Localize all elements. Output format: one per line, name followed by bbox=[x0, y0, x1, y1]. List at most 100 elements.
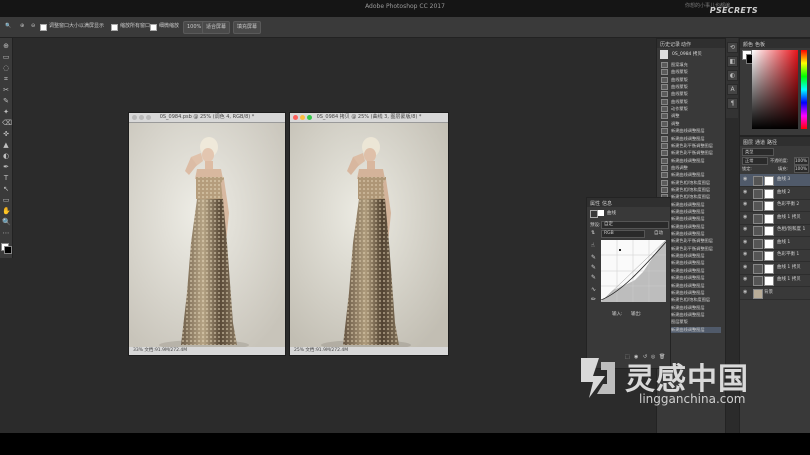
fill-screen-button[interactable]: 填充屏幕 bbox=[233, 21, 262, 34]
tool-icon[interactable]: ✦ bbox=[2, 108, 10, 116]
history-item[interactable]: 曲线蒙版 bbox=[661, 98, 721, 105]
adjustments-panel-icon[interactable]: ◐ bbox=[727, 70, 738, 81]
layer-row[interactable]: ◉ 曲线 1 bbox=[740, 237, 810, 250]
channel-select[interactable]: RGB bbox=[601, 230, 645, 238]
adjustment-layer-icon[interactable] bbox=[753, 276, 763, 286]
zoom-tool-icon[interactable]: 🔍 bbox=[2, 21, 14, 32]
gray-point-eyedropper-icon[interactable]: ✎ bbox=[591, 264, 596, 271]
tool-icon[interactable]: ▭ bbox=[2, 196, 10, 204]
eye-visibility-icon[interactable]: ◉ bbox=[743, 214, 748, 220]
blend-mode-select[interactable]: 正常 bbox=[742, 157, 768, 165]
layer-row[interactable]: ◉ 曲线 2 bbox=[740, 187, 810, 200]
layer-row[interactable]: ◉ 曲线 3 bbox=[740, 174, 810, 188]
layer-name[interactable]: 曲线 1 拷贝 bbox=[777, 212, 801, 224]
document-1-titlebar[interactable]: 0S_0984.psb @ 25% (调色 4, RGB/8) * bbox=[129, 113, 285, 123]
tool-icon[interactable]: 🔍 bbox=[2, 218, 11, 226]
layer-row[interactable]: ◉ 色相/饱和度 1 bbox=[740, 224, 810, 238]
zoom-dot-icon[interactable] bbox=[307, 115, 312, 120]
eye-visibility-icon[interactable]: ◉ bbox=[743, 289, 748, 295]
mask-icon[interactable] bbox=[598, 210, 604, 216]
tool-icon[interactable]: T bbox=[2, 174, 10, 182]
layer-mask-thumbnail[interactable] bbox=[764, 201, 774, 211]
layer-name[interactable]: 曲线 1 拷贝 bbox=[777, 262, 801, 274]
color-field[interactable] bbox=[752, 50, 798, 129]
tab-color[interactable]: 颜色 bbox=[743, 41, 753, 48]
layer-name[interactable]: 曲线 1 bbox=[777, 237, 790, 249]
history-item[interactable]: 调整 bbox=[661, 113, 721, 120]
adjustment-layer-icon[interactable] bbox=[753, 213, 763, 224]
adjustment-layer-icon[interactable] bbox=[753, 263, 763, 274]
eye-visibility-icon[interactable]: ◉ bbox=[743, 252, 748, 257]
history-panel-icon[interactable]: ⟲ bbox=[727, 42, 738, 53]
history-item[interactable]: 曲线蒙版 bbox=[661, 84, 721, 91]
layer-mask-thumbnail[interactable] bbox=[764, 276, 774, 286]
minimize-dot-icon[interactable] bbox=[300, 115, 305, 120]
layer-name[interactable]: 曲线 2 bbox=[777, 187, 790, 199]
layer-filter-kind[interactable]: 类型 bbox=[742, 148, 774, 156]
layer-mask-thumbnail[interactable] bbox=[764, 263, 774, 274]
close-dot-icon[interactable] bbox=[132, 115, 137, 120]
tool-icon[interactable]: ◐ bbox=[2, 152, 10, 160]
zoom-out-icon[interactable]: ⊖ bbox=[28, 21, 38, 32]
properties-panel-icon[interactable]: ◧ bbox=[727, 56, 738, 67]
tool-icon[interactable]: ◌ bbox=[2, 64, 10, 72]
layer-mask-thumbnail[interactable] bbox=[764, 238, 774, 249]
history-item[interactable]: 新建色相/饱和度图层 bbox=[661, 186, 721, 193]
tab-properties[interactable]: 属性 bbox=[590, 200, 600, 207]
adjustment-layer-icon[interactable] bbox=[753, 238, 763, 249]
layer-name[interactable]: 曲线 3 bbox=[777, 174, 790, 186]
tab-actions[interactable]: 动作 bbox=[681, 41, 691, 48]
document-1-canvas[interactable] bbox=[129, 123, 285, 347]
eye-visibility-icon[interactable]: ◉ bbox=[743, 264, 748, 270]
background-swatch[interactable] bbox=[4, 246, 12, 254]
tool-icon[interactable]: ✜ bbox=[2, 130, 10, 138]
history-item[interactable]: 曲线蒙版 bbox=[661, 76, 721, 83]
tab-info[interactable]: 信息 bbox=[602, 200, 612, 207]
history-item[interactable]: 新建曲线调整图层 bbox=[661, 172, 721, 179]
adjustment-layer-icon[interactable] bbox=[753, 251, 763, 261]
character-panel-icon[interactable]: A bbox=[727, 84, 738, 95]
layer-mask-thumbnail[interactable] bbox=[764, 226, 774, 236]
layer-name[interactable]: 色相/饱和度 1 bbox=[777, 224, 805, 236]
eye-visibility-icon[interactable]: ◉ bbox=[743, 239, 748, 245]
eye-visibility-icon[interactable]: ◉ bbox=[743, 277, 748, 282]
document-2-titlebar[interactable]: 0S_0984 拷贝 @ 25% (曲线 3, 图层蒙版/8) * bbox=[290, 113, 448, 123]
tool-icon[interactable]: ✎ bbox=[2, 97, 10, 105]
adjustment-layer-icon[interactable] bbox=[753, 188, 763, 199]
history-item[interactable]: 新建色相/饱和度图层 bbox=[661, 179, 721, 186]
zoom-dot-icon[interactable] bbox=[146, 115, 151, 120]
tab-layers[interactable]: 图层 bbox=[743, 139, 753, 146]
layer-row[interactable]: ◉ 曲线 1 拷贝 bbox=[740, 262, 810, 275]
tab-channels[interactable]: 通道 bbox=[755, 139, 765, 146]
paragraph-panel-icon[interactable]: ¶ bbox=[727, 98, 738, 109]
white-point-eyedropper-icon[interactable]: ✎ bbox=[591, 274, 596, 281]
layer-row[interactable]: ◉ 曲线 1 拷贝 bbox=[740, 274, 810, 288]
layer-name[interactable]: 背景 bbox=[764, 287, 773, 299]
eye-visibility-icon[interactable]: ◉ bbox=[743, 177, 748, 182]
hue-slider[interactable] bbox=[801, 50, 807, 129]
tool-icon[interactable]: ▭ bbox=[2, 53, 10, 61]
document-2-canvas[interactable] bbox=[290, 123, 448, 347]
layer-name[interactable]: 色彩平衡 2 bbox=[777, 199, 799, 211]
layer-mask-thumbnail[interactable] bbox=[764, 213, 774, 224]
black-point-eyedropper-icon[interactable]: ✎ bbox=[591, 254, 596, 261]
eye-visibility-icon[interactable]: ◉ bbox=[743, 189, 748, 195]
layer-row[interactable]: ◉ 曲线 1 拷贝 bbox=[740, 212, 810, 225]
history-item[interactable]: 图案填充 bbox=[661, 62, 721, 68]
history-item[interactable]: 新建曲线调整图层 bbox=[661, 157, 721, 164]
document-window-2[interactable]: 0S_0984 拷贝 @ 25% (曲线 3, 图层蒙版/8) * 25% 文档… bbox=[289, 112, 449, 356]
layer-row[interactable]: ◉ 背景 bbox=[740, 287, 810, 300]
history-item[interactable]: 动作蒙版 bbox=[661, 106, 721, 113]
tool-icon[interactable]: ⌗ bbox=[2, 75, 10, 83]
adjustment-layer-icon[interactable] bbox=[753, 201, 763, 211]
layer-thumbnail[interactable] bbox=[753, 288, 763, 299]
tool-icon[interactable]: ✋ bbox=[2, 207, 11, 215]
eye-visibility-icon[interactable]: ◉ bbox=[743, 227, 748, 232]
curve-point-icon[interactable]: ∿ bbox=[591, 286, 596, 293]
minimize-dot-icon[interactable] bbox=[139, 115, 144, 120]
history-item[interactable]: 曲线蒙版 bbox=[661, 91, 721, 98]
fit-screen-button[interactable]: 适合屏幕 bbox=[202, 21, 231, 34]
layer-row[interactable]: ◉ 色彩平衡 1 bbox=[740, 249, 810, 263]
eye-visibility-icon[interactable]: ◉ bbox=[743, 202, 748, 207]
adjustment-layer-icon[interactable] bbox=[753, 226, 763, 236]
